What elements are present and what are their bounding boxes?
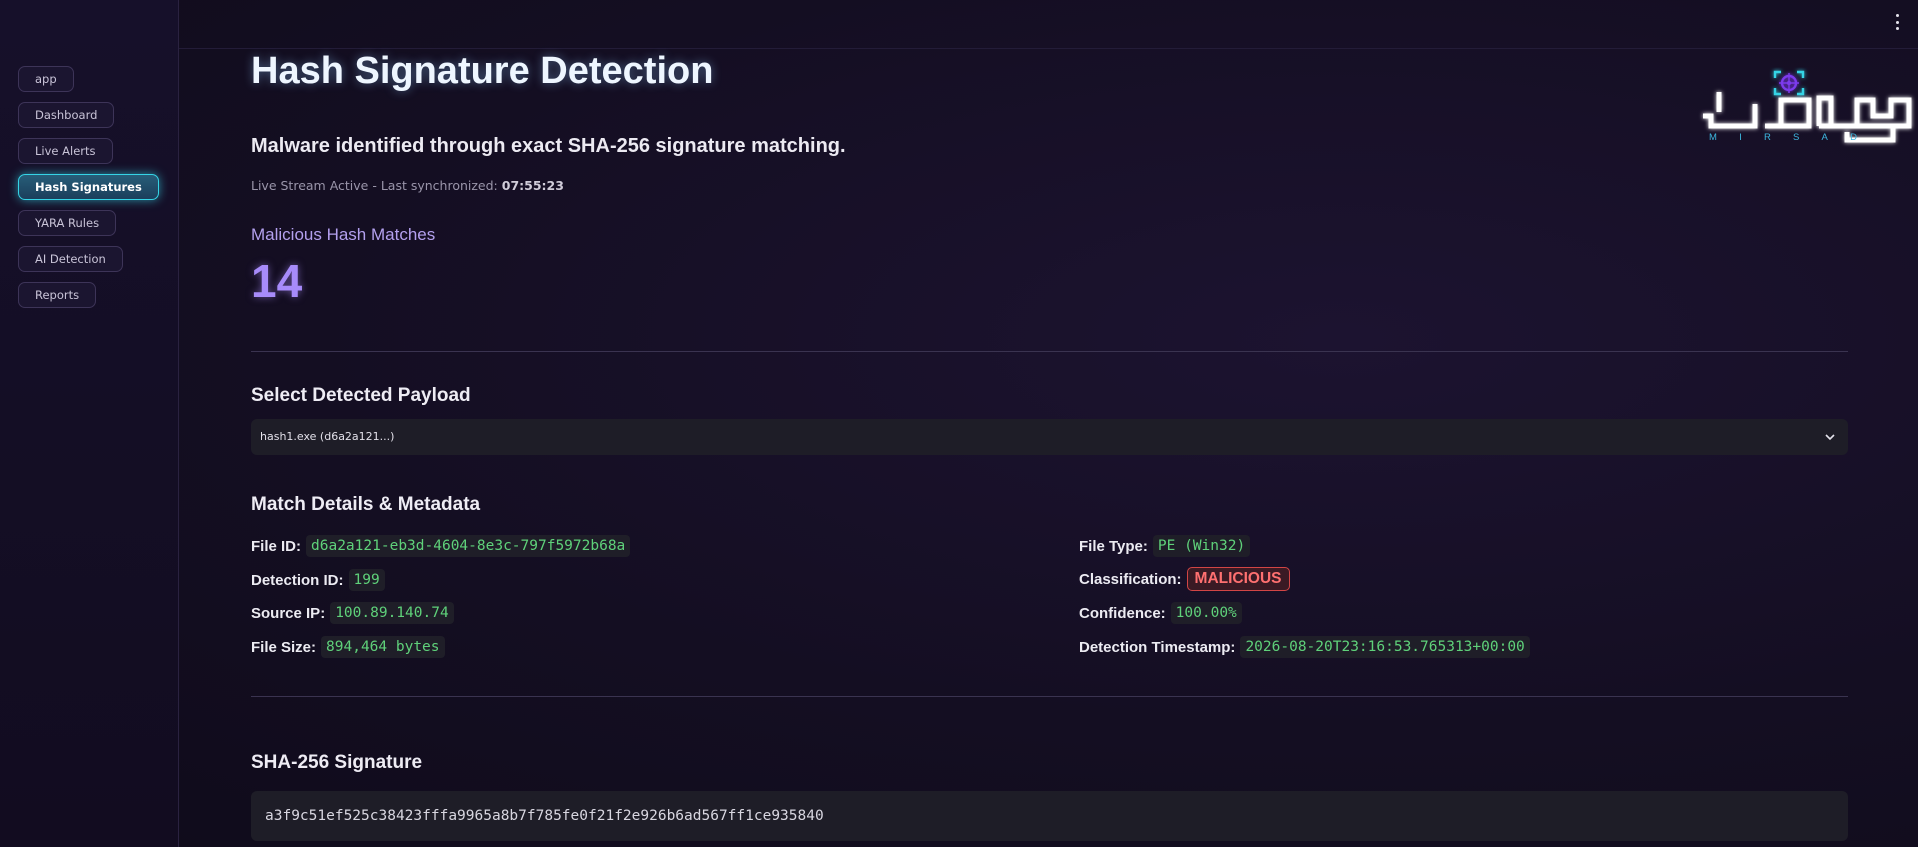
- sync-time: 07:55:23: [501, 178, 564, 193]
- file-type-row: File Type: PE (Win32): [1079, 535, 1251, 557]
- source-ip-value: 100.89.140.74: [330, 602, 454, 624]
- file-size-row: File Size: 894,464 bytes: [251, 636, 445, 658]
- classification-label: Classification:: [1079, 570, 1182, 588]
- sidebar-item-reports[interactable]: Reports: [18, 282, 97, 308]
- sidebar-item-dashboard[interactable]: Dashboard: [18, 102, 115, 128]
- detection-id-row: Detection ID: 199: [251, 569, 385, 591]
- logo-letter: R: [1763, 132, 1773, 143]
- file-size-label: File Size:: [251, 638, 317, 656]
- match-details-title: Match Details & Metadata: [251, 494, 481, 515]
- sidebar: app Dashboard Live Alerts Hash Signature…: [0, 0, 179, 847]
- file-id-row: File ID: d6a2a121-eb3d-4604-8e3c-797f597…: [251, 535, 631, 557]
- sidebar-item-live-alerts[interactable]: Live Alerts: [18, 138, 113, 164]
- logo-wordmark: M I R S A D: [1709, 132, 1859, 143]
- detection-timestamp-value: 2026-08-20T23:16:53.765313+00:00: [1240, 636, 1530, 658]
- chevron-down-icon: [1825, 434, 1835, 441]
- detection-id-label: Detection ID:: [251, 571, 344, 589]
- metric-label: Malicious Hash Matches: [251, 225, 436, 244]
- logo-letter: M: [1709, 132, 1719, 143]
- file-type-label: File Type:: [1079, 537, 1148, 555]
- sha256-code-block[interactable]: a3f9c51ef525c38423fffa9965a8b7f785fe0f21…: [251, 791, 1848, 841]
- file-id-label: File ID:: [251, 537, 302, 555]
- sync-status: Live Stream Active - Last synchronized: …: [251, 178, 564, 193]
- detection-id-value: 199: [348, 569, 385, 591]
- payload-select-value: hash1.exe (d6a2a121...): [260, 430, 395, 443]
- confidence-row: Confidence: 100.00%: [1079, 602, 1242, 624]
- detection-timestamp-label: Detection Timestamp:: [1079, 638, 1236, 656]
- logo-letter: I: [1739, 132, 1744, 143]
- select-payload-title: Select Detected Payload: [251, 385, 471, 406]
- sidebar-item-hash-signatures[interactable]: Hash Signatures: [18, 174, 159, 200]
- classification-row: Classification: MALICIOUS: [1079, 567, 1290, 591]
- logo-letter: D: [1850, 132, 1859, 143]
- sidebar-item-yara-rules[interactable]: YARA Rules: [18, 210, 117, 236]
- app-root: app Dashboard Live Alerts Hash Signature…: [0, 0, 1918, 847]
- logo-letter: A: [1821, 132, 1830, 143]
- more-vertical-icon[interactable]: [1892, 14, 1902, 30]
- confidence-value: 100.00%: [1170, 602, 1242, 624]
- page-title: Hash Signature Detection: [251, 50, 714, 92]
- classification-badge: MALICIOUS: [1186, 567, 1290, 591]
- metric-value: 14: [251, 255, 303, 307]
- sidebar-item-app[interactable]: app: [18, 66, 74, 92]
- sidebar-nav: app Dashboard Live Alerts Hash Signature…: [18, 66, 159, 308]
- source-ip-label: Source IP:: [251, 604, 326, 622]
- sha256-title: SHA-256 Signature: [251, 752, 423, 773]
- detection-timestamp-row: Detection Timestamp: 2026-08-20T23:16:53…: [1079, 636, 1530, 658]
- page-subtitle: Malware identified through exact SHA-256…: [251, 135, 846, 157]
- divider: [251, 696, 1848, 697]
- logo-letter: S: [1793, 132, 1802, 143]
- file-type-value: PE (Win32): [1152, 535, 1251, 557]
- confidence-label: Confidence:: [1079, 604, 1166, 622]
- sidebar-item-ai-detection[interactable]: AI Detection: [18, 246, 123, 272]
- payload-select[interactable]: hash1.exe (d6a2a121...): [251, 419, 1848, 455]
- sha256-hash-value: a3f9c51ef525c38423fffa9965a8b7f785fe0f21…: [265, 808, 824, 824]
- sync-status-label: Live Stream Active - Last synchronized:: [251, 178, 502, 193]
- main-content: Hash Signature Detection M I R S A D Mal…: [251, 0, 1912, 847]
- divider: [251, 351, 1848, 352]
- source-ip-row: Source IP: 100.89.140.74: [251, 602, 454, 624]
- file-id-value: d6a2a121-eb3d-4604-8e3c-797f5972b68a: [306, 535, 631, 557]
- file-size-value: 894,464 bytes: [321, 636, 445, 658]
